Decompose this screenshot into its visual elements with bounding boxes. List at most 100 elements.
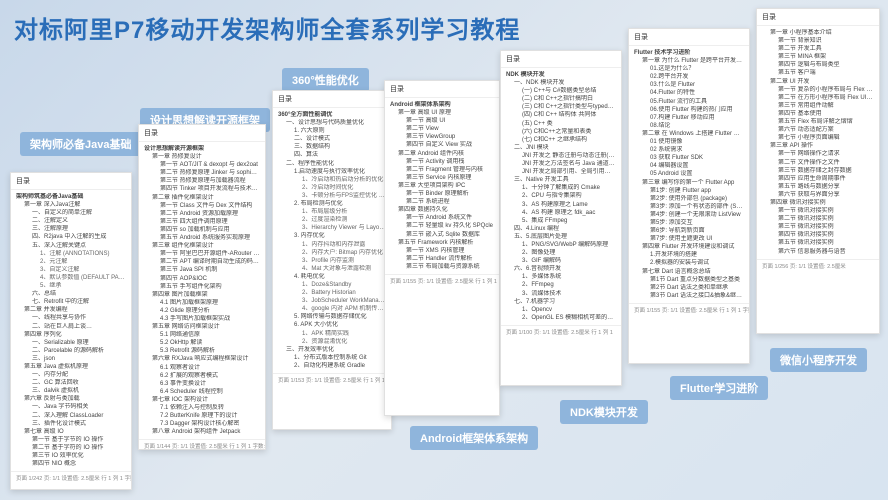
toc-item[interactable]: 05 Android 设置 <box>634 170 744 178</box>
toc-item[interactable]: 4.2 Glide 原理分析 <box>144 307 260 315</box>
toc-item[interactable]: 第三章 大型项目架构 IPC <box>390 182 494 190</box>
toc-item[interactable]: 第三章 组件化框架设计 <box>144 242 260 250</box>
toc-item[interactable]: 第六章 RXJava 响应式编程框架设计 <box>144 355 260 363</box>
toc-item[interactable]: 第三节 微讯对接实例 <box>762 223 874 231</box>
toc-item[interactable]: 设计思想解读开源框架 <box>144 145 260 153</box>
toc-item[interactable]: 一、Java 字节码相关 <box>16 403 126 411</box>
toc-item[interactable]: 第四节 Tinker 项目开发流程与技术细节 <box>144 185 260 193</box>
toc-item[interactable]: 二、程序性能优化 <box>278 160 386 168</box>
toc-item[interactable]: 第2节 Dart 语法之类和单继承 <box>634 284 744 292</box>
toc-item[interactable]: (一) C++与 C#数据类型总结 <box>506 87 616 95</box>
toc-item[interactable]: 第二节 开发工具 <box>762 45 874 53</box>
toc-item[interactable]: 360°全方面性能调优 <box>278 111 386 119</box>
toc-item[interactable]: 1、Doze&Standby <box>278 281 386 289</box>
toc-item[interactable]: 7.3 Dagger 架构设计核心解密 <box>144 420 260 428</box>
toc-item[interactable]: 2、Battery Historian <box>278 289 386 297</box>
toc-item[interactable]: 3、GIF 编解码 <box>506 257 616 265</box>
toc-item[interactable]: 第三节 IO 效率优化 <box>16 452 126 460</box>
toc-item[interactable]: 第二节 基于字符的 IO 操作 <box>16 444 126 452</box>
toc-item[interactable]: 1.开发环境的搭建 <box>634 251 744 259</box>
toc-item[interactable]: 第四节 NIO 概念 <box>16 460 126 468</box>
toc-item[interactable]: JNI 开发之局部引用、全局引用和弱全局引用(三) <box>506 168 616 176</box>
toc-item[interactable]: 第一节 Android 系统文件 <box>390 214 494 222</box>
toc-item[interactable]: (六) C和C++之常量和表类 <box>506 128 616 136</box>
toc-item[interactable]: 3、Profile 内存监测 <box>278 257 386 265</box>
toc-item[interactable]: 01 使用镜像 <box>634 138 744 146</box>
toc-item[interactable]: 3. 内存优化 <box>278 232 386 240</box>
toc-item[interactable]: 第六章 反射与类加载 <box>16 395 126 403</box>
toc-item[interactable]: 二、Parcelable 的源码解析 <box>16 347 126 355</box>
toc-item[interactable]: 6.3 事件变换设计 <box>144 380 260 388</box>
toc-item[interactable]: 第一章 高级 UI 原理 <box>390 109 494 117</box>
toc-item[interactable]: 1、冷启动和热启动分析的优化 <box>278 176 386 184</box>
toc-item[interactable]: 五、深入注解关键点 <box>16 242 126 250</box>
toc-item[interactable]: 第二节 View <box>390 125 494 133</box>
toc-item[interactable]: 第四节 逻辑与布局类型 <box>762 61 874 69</box>
toc-item[interactable]: 第四节 基本使用 <box>762 110 874 118</box>
toc-item[interactable]: 第二节 微讯对接实例 <box>762 215 874 223</box>
toc-item[interactable]: (三) C和 C++之指针类型与typedef 详细分析 <box>506 103 616 111</box>
toc-item[interactable]: 三、dalvik 虚拟机 <box>16 387 126 395</box>
toc-item[interactable]: 五、5.底层图片处理 <box>506 233 616 241</box>
toc-item[interactable]: 5.2 OkHttp 解读 <box>144 339 260 347</box>
toc-item[interactable]: 二、站在巨人肩上谈… <box>16 323 126 331</box>
toc-item[interactable]: 第1步: 创建 Flutter app <box>634 187 744 195</box>
toc-item[interactable]: 第五节 Flex 布局详解之熠熠 <box>762 118 874 126</box>
toc-item[interactable]: 第一节 Activity 调用栈 <box>390 158 494 166</box>
toc-item[interactable]: 02.跨平台开发 <box>634 73 744 81</box>
toc-item[interactable]: 第五节 Android 系统服务实现原理 <box>144 234 260 242</box>
toc-item[interactable]: 05.Flutter 流行的工具 <box>634 98 744 106</box>
toc-item[interactable]: 一、线程共享与协作 <box>16 314 126 322</box>
toc-item[interactable]: 三、开发效率优化 <box>278 346 386 354</box>
toc-item[interactable]: 第三节 Java SPI 机制 <box>144 266 260 274</box>
toc-item[interactable]: 三、数据结构 <box>278 143 386 151</box>
toc-item[interactable]: 03 获取 Flutter SDK <box>634 154 744 162</box>
toc-item[interactable]: 6.1 观察者设计 <box>144 364 260 372</box>
toc-item[interactable]: 第三节 热修复原理与加载器流程 <box>144 177 260 185</box>
toc-item[interactable]: 第3步: 添加一个有状态的部件 (Stateful widget) <box>634 203 744 211</box>
toc-item[interactable]: 第六节 信息服务器与语音 <box>762 248 874 256</box>
toc-item[interactable]: 2、OpenGL ES 模糊相机可差的实实际动态 <box>506 314 616 322</box>
toc-item[interactable]: 第五节 路线与数据分享 <box>762 183 874 191</box>
toc-item[interactable]: 三、注解原理 <box>16 225 126 233</box>
toc-item[interactable]: 第六节 获取与界面分享 <box>762 191 874 199</box>
toc-item[interactable]: 7.1 依赖注入与控制反转 <box>144 404 260 412</box>
toc-item[interactable]: 第四节 应用生命周期事件 <box>762 175 874 183</box>
toc-item[interactable]: 四、4.Linux 编程 <box>506 225 616 233</box>
toc-item[interactable]: 6.2 扩展的观察者模式 <box>144 372 260 380</box>
toc-item[interactable]: JNI 开发之 静态注册与动态注册(一) <box>506 152 616 160</box>
toc-item[interactable]: JNI 开发之方法签名与 Java 通道(二) <box>506 160 616 168</box>
toc-item[interactable]: 4、AS 构建 原理之 fdk_aac <box>506 209 616 217</box>
toc-item[interactable]: 6. APK 大小优化 <box>278 321 386 329</box>
toc-item[interactable]: 第二节 轻量级 kv 持久化 SPQcle <box>390 222 494 230</box>
toc-item[interactable]: 七、7.机器学习 <box>506 298 616 306</box>
toc-item[interactable]: 第二章 Android 组件内核 <box>390 150 494 158</box>
toc-item[interactable]: 第五节 微讯对接实例 <box>762 239 874 247</box>
toc-item[interactable]: 第三节 四大组件调用原理 <box>144 218 260 226</box>
toc-item[interactable]: 一、Serializable 原理 <box>16 339 126 347</box>
toc-item[interactable]: 第一章 小程序基本介绍 <box>762 29 874 37</box>
toc-item[interactable]: 2、自动化构建系统 Gradle <box>278 362 386 370</box>
toc-item[interactable]: 第2步: 使用外部包 (package) <box>634 195 744 203</box>
toc-item[interactable]: 06.使用 Flutter 构建的热门应用 <box>634 106 744 114</box>
toc-item[interactable]: 2、内存大户: Bitmap 内存优化 <box>278 249 386 257</box>
toc-item[interactable]: 第四章 微讯对接实例 <box>762 199 874 207</box>
toc-item[interactable]: 第一章 热修复设计 <box>144 153 260 161</box>
toc-item[interactable]: NDK 模块开发 <box>506 71 616 79</box>
toc-item[interactable]: 3、流媒体技术 <box>506 290 616 298</box>
toc-item[interactable]: 第五节 客户端 <box>762 69 874 77</box>
toc-item[interactable]: 第四节 自定义 View 实战 <box>390 141 494 149</box>
toc-item[interactable]: 2、元注解 <box>16 258 126 266</box>
toc-item[interactable]: 1、分布式版本控制系统 Git <box>278 354 386 362</box>
toc-item[interactable]: 第三节 Service 内核原理 <box>390 174 494 182</box>
toc-item[interactable]: 04 编辑器设置 <box>634 162 744 170</box>
toc-item[interactable]: 第五节 手写组件化架构 <box>144 283 260 291</box>
toc-item[interactable]: (二) C和 C++之指针搞明白 <box>506 95 616 103</box>
toc-item[interactable]: 第五节 Framework 内核解析 <box>390 239 494 247</box>
toc-item[interactable]: 第一节 Binder 原理解析 <box>390 190 494 198</box>
toc-item[interactable]: 第二节 Fragment 管理与内核 <box>390 166 494 174</box>
toc-item[interactable]: 1、十分钟了解集成的 Cmake <box>506 184 616 192</box>
toc-item[interactable]: 3、AS 构建原理之 Lame <box>506 201 616 209</box>
toc-item[interactable]: 七、Retrofit 中的注解 <box>16 298 126 306</box>
toc-item[interactable]: 架构师筑基必备Java基础 <box>16 193 126 201</box>
